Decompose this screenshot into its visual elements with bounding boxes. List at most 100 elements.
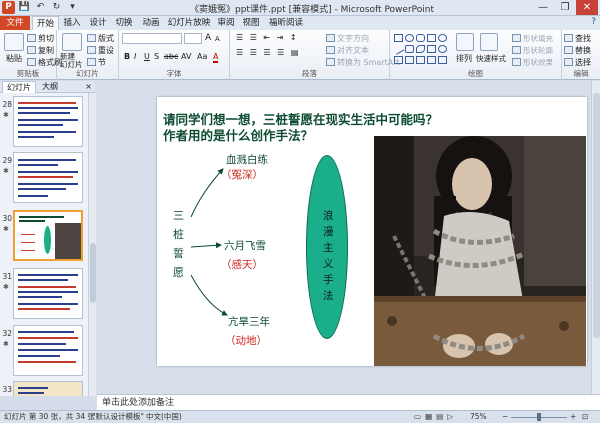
slide-thumbnail-31[interactable] [13,268,83,319]
quick-styles-button[interactable]: 快速样式 [476,53,506,64]
strikethrough-button[interactable]: abc [164,52,178,61]
tab-view[interactable]: 视图 [240,16,262,30]
restore-button[interactable]: ❐ [554,0,576,15]
tab-insert[interactable]: 插入 [61,16,83,30]
shape-fill-button[interactable]: 形状填充 [512,33,553,44]
shape-line-icon[interactable] [392,43,405,55]
shape-callout-icon[interactable] [427,56,436,64]
paste-icon[interactable] [4,33,24,51]
scrollbar-thumb[interactable] [593,93,600,338]
arrange-icon[interactable] [456,33,474,51]
zoom-level[interactable]: 75% [470,411,487,423]
slide-thumbnail-33[interactable] [13,381,83,396]
current-slide[interactable]: 请同学们想一想，三桩誓愿在现实生活中可能吗？ 作者用的是什么创作手法？ 三 桩 … [157,97,587,366]
zoom-in-button[interactable]: + [570,411,576,423]
thumbnail-scrollbar[interactable] [88,93,96,396]
text-direction-button[interactable]: 文字方向 [326,33,369,44]
align-buttons[interactable]: ☰ ☰ ☰ ☰ ▤ [236,48,300,57]
bold-button[interactable]: B [124,52,130,61]
tab-home[interactable]: 开始 [32,16,59,30]
arrow-to-item-2 [190,242,222,249]
reset-label: 重设 [98,46,114,55]
tab-animations[interactable]: 动画 [140,16,162,30]
copy-button[interactable]: 复制 [27,45,54,56]
font-name-select[interactable] [122,33,182,44]
shape-more-icon[interactable] [438,56,447,64]
customize-qat-icon[interactable]: ▾ [66,1,79,14]
change-case-button[interactable]: Aa [197,52,207,61]
close-button[interactable]: ✕ [576,0,598,15]
shape-oval-icon[interactable] [405,34,414,42]
theme-name[interactable]: "默认设计模板" [92,411,144,423]
zoom-out-button[interactable]: − [502,411,508,423]
character-spacing-button[interactable]: AV [181,52,191,61]
powerpoint-logo-icon[interactable]: P [2,1,15,14]
shrink-font-button[interactable]: A [215,35,220,43]
language-indicator[interactable]: 中文(中国) [146,411,182,423]
tab-slides-panel[interactable]: 幻灯片 [2,81,36,93]
arrange-button[interactable]: 排列 [456,53,472,64]
shape-effects-button[interactable]: 形状效果 [512,57,553,68]
reset-button[interactable]: 重设 [87,45,114,56]
cut-button[interactable]: 剪切 [27,33,54,44]
quick-styles-icon[interactable] [480,33,498,51]
layout-button[interactable]: 版式 [87,33,114,44]
shape-square-icon[interactable] [427,34,436,42]
shape-star-icon[interactable] [416,56,425,64]
paste-button[interactable]: 粘贴 [6,53,22,64]
replace-button[interactable]: 替换 [564,45,591,56]
new-slide-button[interactable]: 新建 幻灯片 [60,53,83,69]
shape-ellipse-icon[interactable] [438,45,447,53]
convert-smartart-button[interactable]: 转换为 SmartArt [326,57,400,68]
section-button[interactable]: 节 [87,57,106,68]
tab-foxit-reader[interactable]: 福昕阅读器 [266,16,306,42]
shape-rect2-icon[interactable] [405,45,414,53]
slide-thumbnail-30[interactable] [13,210,83,261]
font-color-button[interactable]: A [213,52,219,63]
shape-circle-icon[interactable] [438,34,447,42]
romanticism-ellipse[interactable]: 浪 漫 主 义 手 法 [306,155,348,339]
section-icon [87,58,96,66]
underline-button[interactable]: U [144,52,150,61]
list-buttons[interactable]: ☰ ☰ ⇤ ⇥ ↕ [236,33,299,42]
shape-rectangle-icon[interactable] [394,34,403,42]
shape-outline-label: 形状轮廓 [523,46,553,55]
select-button[interactable]: 选择 [564,57,591,68]
undo-icon[interactable]: ↶ [34,1,47,14]
align-text-button[interactable]: 对齐文本 [326,45,369,56]
shape-box-icon[interactable] [427,45,436,53]
slide-thumbnail-32[interactable] [13,325,83,376]
tab-slideshow[interactable]: 幻灯片放映 [166,16,212,30]
tab-design[interactable]: 设计 [87,16,109,30]
tab-transitions[interactable]: 切换 [113,16,135,30]
zoom-slider-thumb[interactable] [537,413,541,421]
find-button[interactable]: 查找 [564,33,591,44]
scrollbar-thumb[interactable] [90,243,96,303]
tab-review[interactable]: 审阅 [215,16,237,30]
shape-leaf-icon[interactable] [416,45,425,53]
dou-e-photo[interactable] [374,136,586,366]
shape-outline-button[interactable]: 形状轮廓 [512,45,553,56]
new-slide-icon[interactable] [62,33,82,51]
fit-to-window-icon[interactable]: ⊡ [582,411,588,423]
slide-scrollbar[interactable] [591,81,600,394]
save-icon[interactable]: 💾 [18,1,31,14]
arrow-to-item-3 [190,274,228,316]
panel-close-button[interactable]: × [85,81,92,93]
italic-button[interactable]: I [134,52,136,61]
slide-thumbnail-28[interactable] [13,96,83,147]
shape-rounded-rect-icon[interactable] [416,34,425,42]
tab-outline-panel[interactable]: 大纲 [38,81,62,93]
shape-arrow-icon[interactable] [394,56,403,64]
notes-pane[interactable]: 单击此处添加备注 [97,394,600,410]
minimize-button[interactable]: — [532,0,554,15]
tab-file[interactable]: 文件 [0,16,30,30]
view-buttons[interactable]: ▭▦▤▷ [414,411,457,423]
redo-icon[interactable]: ↻ [50,1,63,14]
font-size-select[interactable] [184,33,202,44]
grow-font-button[interactable]: A [205,33,211,43]
shape-triangle-icon[interactable] [405,56,414,64]
help-icon[interactable]: ? [591,17,596,27]
slide-thumbnail-29[interactable] [13,152,83,203]
shadow-button[interactable]: S [154,52,159,61]
